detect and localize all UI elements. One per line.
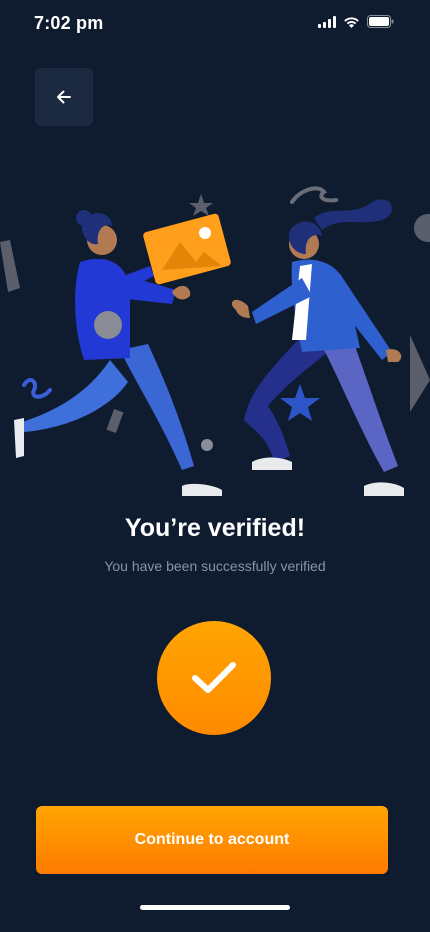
continue-button[interactable]: Continue to account — [36, 806, 388, 874]
confetti-dot — [201, 439, 213, 451]
photo-card — [143, 213, 231, 285]
status-icons — [318, 15, 394, 28]
confetti-rect — [106, 408, 124, 434]
battery-icon — [367, 15, 394, 28]
confetti-squiggle — [22, 378, 52, 399]
page-subtitle: You have been successfully verified — [104, 558, 326, 574]
verification-illustration — [0, 186, 430, 496]
wifi-icon — [344, 16, 359, 28]
arrow-left-icon — [57, 90, 71, 104]
back-button[interactable] — [35, 68, 93, 126]
checkmark-icon — [192, 662, 236, 693]
status-bar: 7:02 pm — [0, 0, 430, 48]
confetti-triangle — [410, 335, 430, 412]
confetti-circle — [414, 214, 430, 242]
confetti-curl — [290, 186, 338, 204]
person-right — [231, 199, 404, 496]
success-badge — [157, 621, 271, 735]
blue-star — [280, 384, 320, 421]
cellular-signal-icon — [318, 15, 336, 28]
home-indicator — [140, 905, 290, 910]
page-title: You’re verified! — [124, 514, 306, 542]
confetti-shape — [0, 240, 20, 292]
confetti-star — [189, 194, 213, 216]
status-time: 7:02 pm — [34, 13, 104, 33]
